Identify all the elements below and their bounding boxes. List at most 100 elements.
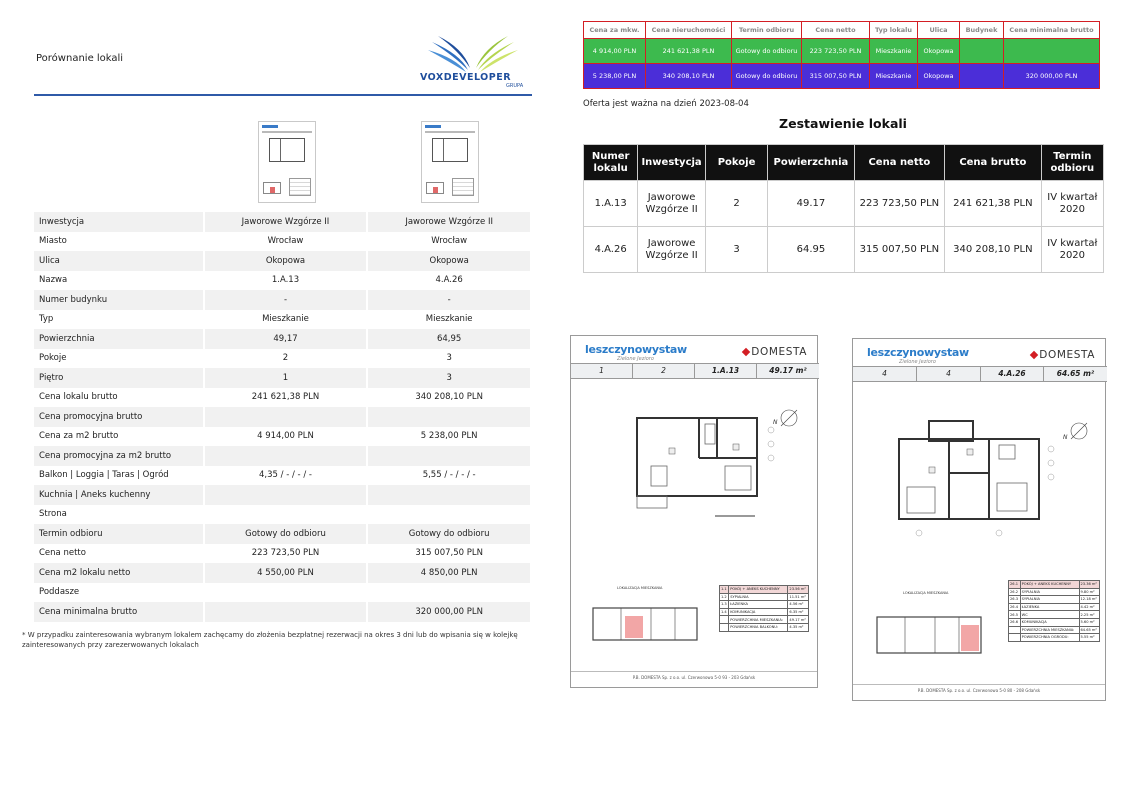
comparison-value-a — [203, 602, 369, 622]
room-cell: 26.6 — [1008, 617, 1021, 627]
comparison-value-b: 3 — [367, 348, 532, 368]
comparison-label: Termin odbioru — [34, 524, 205, 544]
price-cell: 223 723,50 PLN — [801, 38, 870, 64]
room-cell: 49.17 m² — [787, 615, 809, 624]
comparison-row: Balkon | Loggia | Taras | Ogród 4,35 / - … — [34, 465, 532, 485]
room-cell: 64.65 m² — [1078, 625, 1100, 635]
price-table: Cena za mkw. Cena nieruchomości Termin odb… — [583, 21, 1100, 89]
comparison-row: Inwestycja Jaworowe Wzgórze II Jaworowe Wz… — [34, 212, 532, 232]
summary-header: Numer lokalu — [582, 144, 639, 181]
svg-text:N: N — [773, 419, 778, 426]
price-cell: 4 914,00 PLN — [583, 38, 646, 64]
comparison-label: Cena netto — [34, 543, 205, 563]
price-header: Cena za mkw. — [583, 21, 646, 39]
comparison-label: Nazwa — [34, 270, 205, 290]
card-info-unit: 4.A.26 — [981, 367, 1044, 381]
card-info-bar: 1 2 1.A.13 49.17 m² — [571, 363, 819, 379]
summary-cell: 49.17 — [767, 180, 855, 227]
comparison-value-b: 64,95 — [367, 329, 532, 349]
summary-cell: 64.95 — [767, 226, 855, 273]
summary-title: Zestawienie lokali — [779, 116, 907, 131]
price-cell — [1003, 38, 1100, 64]
floor-plan-drawing: N — [636, 409, 798, 517]
room-cell: 1.2 — [718, 592, 730, 602]
room-cell: 4.42 m² — [1078, 602, 1100, 612]
room-cell: 12.18 m² — [1078, 595, 1100, 604]
comparison-value-b: 320 000,00 PLN — [367, 602, 532, 622]
comparison-row: Pokoje 2 3 — [34, 348, 532, 368]
comparison-row: Termin odbioru Gotowy do odbioru Gotowy do… — [34, 524, 532, 544]
card-info-building: 1 — [571, 364, 633, 378]
price-cell: Mieszkanie — [869, 63, 918, 89]
card-info-area: 64.65 m² — [1056, 369, 1095, 378]
room-cell: 26.3 — [1008, 595, 1021, 604]
room-cell — [1008, 625, 1021, 635]
room-cell: 26.2 — [1008, 587, 1021, 597]
comparison-label: Miasto — [34, 231, 205, 251]
comparison-value-b: 4 850,00 PLN — [367, 563, 532, 583]
comparison-row: Poddasze — [34, 582, 532, 602]
rooms-table: 1.1 POKÓJ + ANEKS KUCHENNY 23.56 m² 1.2 SYPI… — [718, 585, 809, 632]
comparison-value-b — [367, 504, 532, 524]
summary-cell: Jaworowe Wzgórze II — [637, 180, 706, 227]
room-row: 1.1 POKÓJ + ANEKS KUCHENNY 23.56 m² — [718, 585, 809, 594]
comparison-label: Poddasze — [34, 582, 205, 602]
floorplan-card-1[interactable]: leszczynowystaw Zielone Jezioro DOMESTA … — [570, 335, 819, 688]
price-cell: 5 238,00 PLN — [583, 63, 646, 89]
card-footer: P.B. DOMESTA Sp. z o.o. ul. Czerwonowa 5… — [571, 671, 817, 687]
summary-row: 1.A.13 Jaworowe Wzgórze II 2 49.17 223 723,5… — [582, 180, 1105, 227]
price-cell: Gotowy do odbioru — [731, 63, 802, 89]
logo-wordmark: VOXDEVELOPER — [420, 72, 512, 83]
price-cell — [959, 63, 1004, 89]
room-cell: 23.56 m² — [787, 585, 809, 594]
room-cell: 23.36 m² — [1078, 580, 1100, 589]
comparison-value-b: - — [367, 290, 532, 310]
room-cell: SYPIALNIA — [728, 592, 789, 602]
room-cell: KOMUNIKACJA — [1019, 617, 1080, 627]
comparison-value-a: 1.A.13 — [203, 270, 369, 290]
price-header: Ulica — [917, 21, 960, 39]
summary-cell: IV kwartał 2020 — [1040, 180, 1105, 227]
comparison-row: Cena m2 lokalu netto 4 550,00 PLN 4 850,00… — [34, 563, 532, 583]
footnote: * W przypadku zainteresowania wybranym l… — [22, 631, 518, 649]
comparison-value-b: Gotowy do odbioru — [367, 524, 532, 544]
comparison-label: Powierzchnia — [34, 329, 205, 349]
logo-subtext: GRUPA — [506, 83, 524, 89]
card-brand-sub: Zielone Jezioro — [617, 356, 654, 362]
comparison-value-b — [367, 446, 532, 466]
room-cell: SYPIALNIA — [1019, 595, 1080, 604]
price-cell: 320 000,00 PLN — [1003, 63, 1100, 89]
floorplan-thumbnail-1[interactable] — [258, 121, 316, 203]
comparison-row: Cena minimalna brutto 320 000,00 PLN — [34, 602, 532, 622]
summary-cell: 4.A.26 — [582, 226, 639, 273]
comparison-value-a — [203, 407, 369, 427]
floorplan-card-2[interactable]: leszczynowystaw Zielone Jezioro DOMESTA … — [852, 338, 1107, 701]
comparison-value-a — [203, 504, 369, 524]
summary-table: Numer lokalu Inwestycja Pokoje Powierzchnia… — [582, 144, 1105, 273]
room-cell: POWIERZCHNIA MIESZKANIA: — [1019, 625, 1080, 635]
comparison-row: Nazwa 1.A.13 4.A.26 — [34, 270, 532, 290]
comparison-value-b — [367, 407, 532, 427]
price-header: Cena nieruchomości — [645, 21, 732, 39]
summary-header: Inwestycja — [637, 144, 706, 181]
comparison-value-a — [203, 446, 369, 466]
comparison-value-a: Jaworowe Wzgórze II — [203, 212, 369, 232]
card-company: DOMESTA — [742, 346, 807, 358]
comparison-value-a — [203, 485, 369, 505]
comparison-row: Numer budynku - - — [34, 290, 532, 310]
floorplan-thumbnail-2[interactable] — [421, 121, 479, 203]
comparison-value-a: 4,35 / - / - / - — [203, 465, 369, 485]
comparison-label: Cena promocyjna brutto — [34, 407, 205, 427]
comparison-value-b: 3 — [367, 368, 532, 388]
comparison-label: Typ — [34, 309, 205, 329]
card-brand: leszczynowystaw — [585, 343, 687, 356]
comparison-table: Inwestycja Jaworowe Wzgórze II Jaworowe Wz… — [34, 212, 532, 622]
rooms-table: 26.1 POKÓJ + ANEKS KUCHENNY 23.36 m² 26.2 SY… — [1008, 580, 1100, 642]
location-map — [592, 607, 698, 641]
comparison-label: Cena minimalna brutto — [34, 602, 205, 622]
comparison-value-b: 5 238,00 PLN — [367, 426, 532, 446]
page-title: Porównanie lokali — [36, 53, 124, 64]
room-cell: POKÓJ + ANEKS KUCHENNY — [1019, 580, 1080, 589]
comparison-row: Powierzchnia 49,17 64,95 — [34, 329, 532, 349]
room-cell: 4.56 m² — [787, 600, 809, 609]
